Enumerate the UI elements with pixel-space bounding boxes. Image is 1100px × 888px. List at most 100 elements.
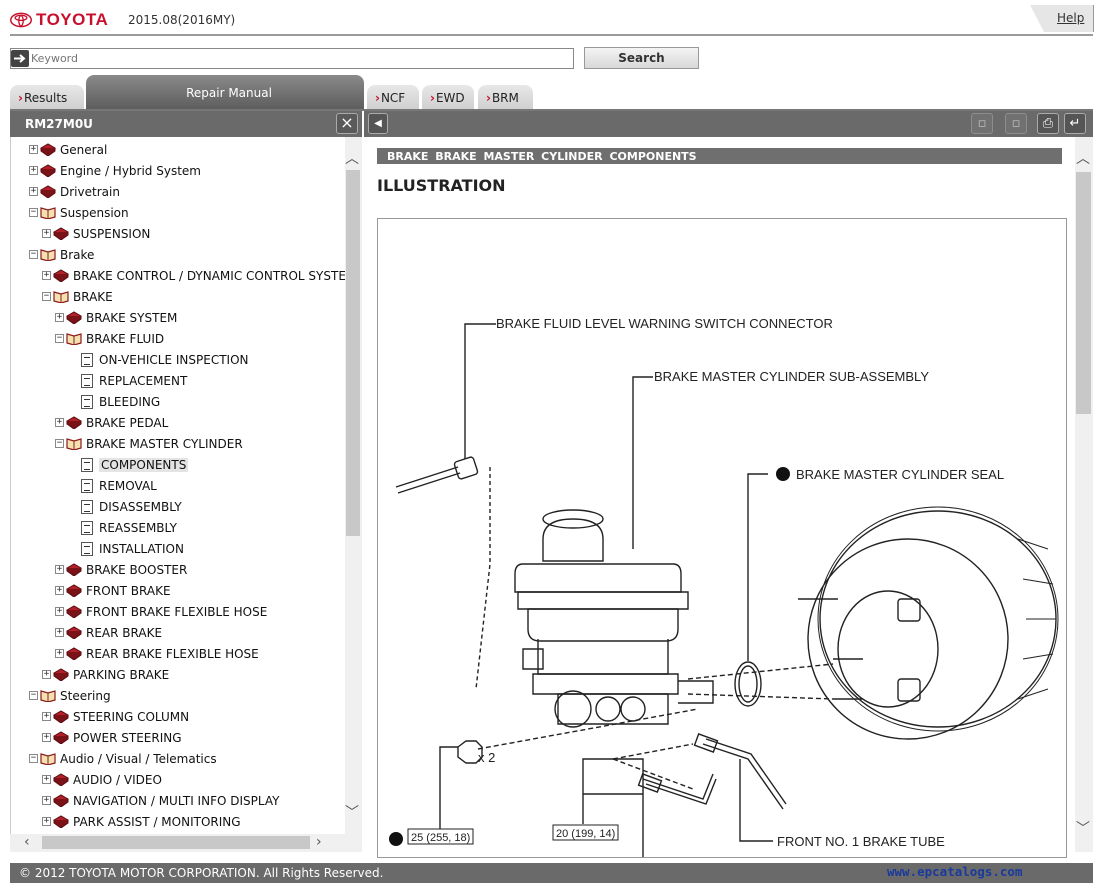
tree-item[interactable]: − Suspension (29, 202, 129, 223)
tab-label: NCF (380, 91, 406, 105)
document-page-icon (81, 478, 93, 493)
tree-item[interactable]: REPLACEMENT (68, 370, 187, 391)
document-page-icon (81, 373, 93, 388)
previous-page-button[interactable]: ▫ (971, 113, 993, 134)
tree-item[interactable]: + AUDIO / VIDEO (42, 769, 162, 790)
watermark: www.epcatalogs.com (887, 864, 1023, 879)
book-icon (40, 164, 56, 177)
chevron-right-icon: › (430, 91, 435, 105)
tree-item[interactable]: + BRAKE BOOSTER (55, 559, 187, 580)
document-scroll-thumb[interactable] (1076, 172, 1091, 414)
collapse-icon[interactable]: − (55, 439, 64, 448)
tree-item[interactable]: + FRONT BRAKE (55, 580, 171, 601)
brand-name: TOYOTA (36, 10, 109, 29)
scroll-right-icon[interactable]: › (316, 835, 322, 849)
open-book-icon (53, 291, 69, 303)
back-button[interactable]: ◀ (368, 113, 388, 134)
expand-icon[interactable]: + (42, 229, 51, 238)
tab-results[interactable]: ›Results (10, 85, 84, 110)
tree-item[interactable]: − Steering (29, 685, 111, 706)
tree-item[interactable]: ON-VEHICLE INSPECTION (68, 349, 248, 370)
next-page-button[interactable]: ▫ (1005, 113, 1027, 134)
expand-icon[interactable]: + (55, 313, 64, 322)
expand-icon[interactable]: + (42, 796, 51, 805)
expand-icon[interactable]: + (55, 586, 64, 595)
collapse-icon[interactable]: − (29, 754, 38, 763)
tree-item[interactable]: + STEERING COLUMN (42, 706, 189, 727)
tree-item[interactable]: + SUSPENSION (42, 223, 150, 244)
scroll-up-icon[interactable]: ︿ (1076, 152, 1090, 166)
collapse-icon[interactable]: − (29, 208, 38, 217)
navigation-tree: + General + Engine / Hybrid System + Drivetra… (10, 137, 345, 834)
expand-icon[interactable]: + (42, 670, 51, 679)
tab-brm[interactable]: ›BRM (478, 85, 533, 110)
search-button[interactable]: Search (584, 47, 699, 69)
tree-item[interactable]: + REAR BRAKE FLEXIBLE HOSE (55, 643, 259, 664)
tree-item[interactable]: − BRAKE MASTER CYLINDER (55, 433, 243, 454)
expand-icon[interactable]: + (42, 733, 51, 742)
book-icon (66, 416, 82, 429)
tree-item[interactable]: + General (29, 139, 107, 160)
expand-icon[interactable]: + (42, 271, 51, 280)
book-icon (53, 731, 69, 744)
tree-item[interactable]: − BRAKE FLUID (55, 328, 164, 349)
return-button[interactable]: ↵ (1064, 113, 1086, 134)
tree-item-label: COMPONENTS (99, 457, 189, 472)
collapse-icon[interactable]: − (29, 691, 38, 700)
tree-item[interactable]: + PARK ASSIST / MONITORING (42, 811, 241, 832)
scroll-left-icon[interactable]: ‹ (24, 835, 30, 849)
tree-item[interactable]: + FRONT BRAKE FLEXIBLE HOSE (55, 601, 267, 622)
tree-item[interactable]: REASSEMBLY (68, 517, 177, 538)
expand-icon[interactable]: + (42, 712, 51, 721)
expand-icon[interactable]: + (55, 628, 64, 637)
model-year: 2015.08(2016MY) (128, 13, 236, 27)
collapse-icon[interactable]: − (55, 334, 64, 343)
chevron-right-icon: › (375, 91, 380, 105)
tree-item-label: REMOVAL (99, 478, 157, 493)
tree-item[interactable]: − BRAKE (42, 286, 113, 307)
tree-item[interactable]: REMOVAL (68, 475, 157, 496)
keyword-search-input[interactable] (10, 48, 574, 69)
scroll-down-icon[interactable]: ﹀ (1076, 822, 1090, 836)
tree-item-label: PARK ASSIST / MONITORING (73, 814, 241, 829)
collapse-icon[interactable]: − (42, 292, 51, 301)
expand-icon[interactable]: + (42, 817, 51, 826)
expand-icon[interactable]: + (55, 418, 64, 427)
tree-item[interactable]: − Audio / Visual / Telematics (29, 748, 217, 769)
scroll-up-icon[interactable]: ︿ (345, 152, 359, 166)
expand-icon[interactable]: + (29, 145, 38, 154)
help-link[interactable]: Help (1057, 11, 1084, 25)
expand-icon[interactable]: + (42, 775, 51, 784)
tree-scroll-thumb[interactable] (346, 170, 360, 536)
expand-icon[interactable]: + (29, 187, 38, 196)
tree-item[interactable]: − Brake (29, 244, 94, 265)
tree-item[interactable]: COMPONENTS (68, 454, 189, 475)
print-button[interactable]: ⎙ (1037, 113, 1059, 134)
tab-ewd[interactable]: ›EWD (422, 85, 474, 110)
tree-item[interactable]: + Drivetrain (29, 181, 120, 202)
book-icon (53, 227, 69, 240)
tree-item[interactable]: + BRAKE CONTROL / DYNAMIC CONTROL SYSTEMS (42, 265, 345, 286)
tree-item[interactable]: INSTALLATION (68, 538, 184, 559)
tree-item-label: AUDIO / VIDEO (73, 772, 162, 787)
tab-label: BRM (491, 91, 519, 105)
collapse-icon[interactable]: − (29, 250, 38, 259)
expand-icon[interactable]: + (55, 649, 64, 658)
tree-item[interactable]: + Engine / Hybrid System (29, 160, 201, 181)
expand-icon[interactable]: + (55, 565, 64, 574)
tree-item[interactable]: + NAVIGATION / MULTI INFO DISPLAY (42, 790, 279, 811)
tab-repair-manual[interactable]: Repair Manual (86, 75, 364, 110)
tree-item[interactable]: + PARKING BRAKE (42, 664, 169, 685)
expand-icon[interactable]: + (55, 607, 64, 616)
tree-item[interactable]: BLEEDING (68, 391, 160, 412)
tree-item[interactable]: + REAR BRAKE (55, 622, 162, 643)
close-panel-button[interactable]: × (336, 113, 358, 134)
tab-ncf[interactable]: ›NCF (367, 85, 419, 110)
tree-item[interactable]: + POWER STEERING (42, 727, 182, 748)
tree-item[interactable]: + BRAKE PEDAL (55, 412, 168, 433)
expand-icon[interactable]: + (29, 166, 38, 175)
tree-item[interactable]: + BRAKE SYSTEM (55, 307, 177, 328)
scroll-down-icon[interactable]: ﹀ (345, 806, 359, 820)
tree-item[interactable]: DISASSEMBLY (68, 496, 182, 517)
tree-hscroll-thumb[interactable] (42, 836, 310, 849)
